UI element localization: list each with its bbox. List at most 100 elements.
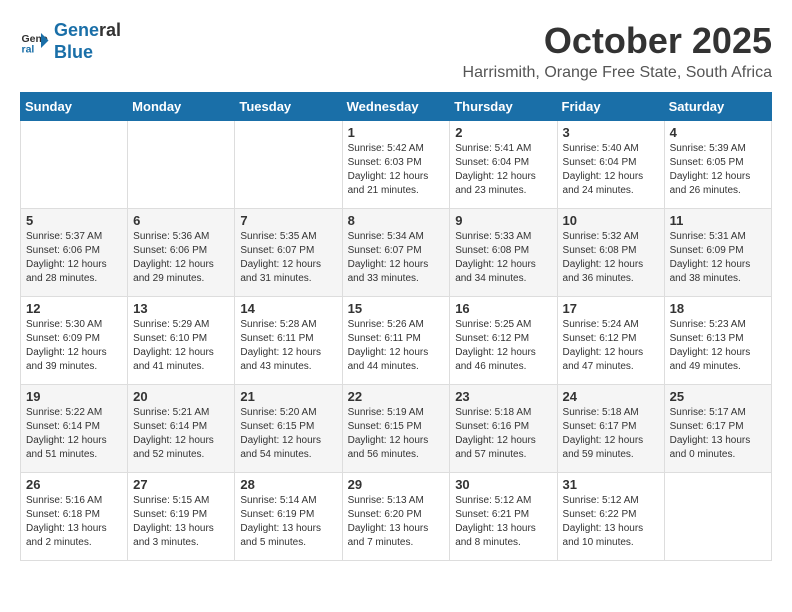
day-number: 3 bbox=[563, 125, 659, 140]
day-info: Sunrise: 5:41 AM Sunset: 6:04 PM Dayligh… bbox=[455, 142, 551, 198]
day-number: 12 bbox=[26, 301, 122, 316]
day-number: 28 bbox=[240, 477, 336, 492]
calendar-cell: 13 Sunrise: 5:29 AM Sunset: 6:10 PM Dayli… bbox=[128, 297, 235, 385]
day-info: Sunrise: 5:13 AM Sunset: 6:20 PM Dayligh… bbox=[348, 494, 445, 550]
calendar-week-4: 19 Sunrise: 5:22 AM Sunset: 6:14 PM Dayli… bbox=[21, 385, 772, 473]
day-number: 26 bbox=[26, 477, 122, 492]
weekday-header-wednesday: Wednesday bbox=[342, 93, 450, 121]
day-info: Sunrise: 5:37 AM Sunset: 6:06 PM Dayligh… bbox=[26, 230, 122, 286]
day-number: 31 bbox=[563, 477, 659, 492]
logo-blue: Blue bbox=[54, 42, 93, 62]
day-info: Sunrise: 5:28 AM Sunset: 6:11 PM Dayligh… bbox=[240, 318, 336, 374]
day-info: Sunrise: 5:16 AM Sunset: 6:18 PM Dayligh… bbox=[26, 494, 122, 550]
calendar-header-row: SundayMondayTuesdayWednesdayThursdayFrid… bbox=[21, 93, 772, 121]
weekday-header-saturday: Saturday bbox=[664, 93, 771, 121]
calendar-cell: 7Sunrise: 5:35 AM Sunset: 6:07 PM Daylig… bbox=[235, 209, 342, 297]
day-number: 7 bbox=[240, 213, 336, 228]
calendar-week-5: 26 Sunrise: 5:16 AM Sunset: 6:18 PM Dayli… bbox=[21, 473, 772, 561]
day-number: 25 bbox=[670, 389, 766, 404]
day-info: Sunrise: 5:12 AM Sunset: 6:21 PM Dayligh… bbox=[455, 494, 551, 550]
calendar-week-1: 1 Sunrise: 5:42 AM Sunset: 6:03 PM Daylig… bbox=[21, 121, 772, 209]
calendar-cell: 28 Sunrise: 5:14 AM Sunset: 6:19 PM Dayli… bbox=[235, 473, 342, 561]
day-number: 1 bbox=[348, 125, 445, 140]
calendar-cell: 10 Sunrise: 5:32 AM Sunset: 6:08 PM Dayli… bbox=[557, 209, 664, 297]
day-number: 10 bbox=[563, 213, 659, 228]
day-info: Sunrise: 5:32 AM Sunset: 6:08 PM Dayligh… bbox=[563, 230, 659, 286]
day-info: Sunrise: 5:39 AM Sunset: 6:05 PM Dayligh… bbox=[670, 142, 766, 198]
calendar-table: SundayMondayTuesdayWednesdayThursdayFrid… bbox=[20, 92, 772, 561]
day-info: Sunrise: 5:19 AM Sunset: 6:15 PM Dayligh… bbox=[348, 406, 445, 462]
calendar-cell: 9 Sunrise: 5:33 AM Sunset: 6:08 PM Daylig… bbox=[450, 209, 557, 297]
calendar-cell: 1 Sunrise: 5:42 AM Sunset: 6:03 PM Daylig… bbox=[342, 121, 450, 209]
day-number: 24 bbox=[563, 389, 659, 404]
calendar-cell: 25 Sunrise: 5:17 AM Sunset: 6:17 PM Dayli… bbox=[664, 385, 771, 473]
day-number: 14 bbox=[240, 301, 336, 316]
weekday-header-monday: Monday bbox=[128, 93, 235, 121]
day-info: Sunrise: 5:29 AM Sunset: 6:10 PM Dayligh… bbox=[133, 318, 229, 374]
logo-text: GeneralBlue bbox=[54, 20, 121, 63]
calendar-cell: 16 Sunrise: 5:25 AM Sunset: 6:12 PM Dayli… bbox=[450, 297, 557, 385]
calendar-cell: 8 Sunrise: 5:34 AM Sunset: 6:07 PM Daylig… bbox=[342, 209, 450, 297]
day-number: 20 bbox=[133, 389, 229, 404]
logo: Gene ral GeneralBlue bbox=[20, 20, 121, 63]
day-number: 9 bbox=[455, 213, 551, 228]
day-info: Sunrise: 5:14 AM Sunset: 6:19 PM Dayligh… bbox=[240, 494, 336, 550]
day-number: 21 bbox=[240, 389, 336, 404]
day-info: Sunrise: 5:34 AM Sunset: 6:07 PM Dayligh… bbox=[348, 230, 445, 286]
day-info: Sunrise: 5:22 AM Sunset: 6:14 PM Dayligh… bbox=[26, 406, 122, 462]
day-info: Sunrise: 5:24 AM Sunset: 6:12 PM Dayligh… bbox=[563, 318, 659, 374]
calendar-cell: 24 Sunrise: 5:18 AM Sunset: 6:17 PM Dayli… bbox=[557, 385, 664, 473]
day-info: Sunrise: 5:31 AM Sunset: 6:09 PM Dayligh… bbox=[670, 230, 766, 286]
day-number: 2 bbox=[455, 125, 551, 140]
calendar-cell: 19 Sunrise: 5:22 AM Sunset: 6:14 PM Dayli… bbox=[21, 385, 128, 473]
calendar-cell: 21 Sunrise: 5:20 AM Sunset: 6:15 PM Dayli… bbox=[235, 385, 342, 473]
day-number: 22 bbox=[348, 389, 445, 404]
day-info: Sunrise: 5:23 AM Sunset: 6:13 PM Dayligh… bbox=[670, 318, 766, 374]
day-info: Sunrise: 5:15 AM Sunset: 6:19 PM Dayligh… bbox=[133, 494, 229, 550]
day-info: Sunrise: 5:20 AM Sunset: 6:15 PM Dayligh… bbox=[240, 406, 336, 462]
day-number: 15 bbox=[348, 301, 445, 316]
day-info: Sunrise: 5:18 AM Sunset: 6:16 PM Dayligh… bbox=[455, 406, 551, 462]
calendar-cell: 30 Sunrise: 5:12 AM Sunset: 6:21 PM Dayli… bbox=[450, 473, 557, 561]
calendar-cell: 31Sunrise: 5:12 AM Sunset: 6:22 PM Dayli… bbox=[557, 473, 664, 561]
calendar-cell bbox=[664, 473, 771, 561]
day-number: 19 bbox=[26, 389, 122, 404]
calendar-cell: 18 Sunrise: 5:23 AM Sunset: 6:13 PM Dayli… bbox=[664, 297, 771, 385]
page-header: Gene ral GeneralBlue October 2025 Harris… bbox=[20, 20, 772, 82]
weekday-header-sunday: Sunday bbox=[21, 93, 128, 121]
calendar-cell: 2 Sunrise: 5:41 AM Sunset: 6:04 PM Daylig… bbox=[450, 121, 557, 209]
calendar-cell bbox=[235, 121, 342, 209]
day-info: Sunrise: 5:40 AM Sunset: 6:04 PM Dayligh… bbox=[563, 142, 659, 198]
day-number: 13 bbox=[133, 301, 229, 316]
day-info: Sunrise: 5:33 AM Sunset: 6:08 PM Dayligh… bbox=[455, 230, 551, 286]
weekday-header-friday: Friday bbox=[557, 93, 664, 121]
day-info: Sunrise: 5:36 AM Sunset: 6:06 PM Dayligh… bbox=[133, 230, 229, 286]
day-number: 11 bbox=[670, 213, 766, 228]
weekday-header-tuesday: Tuesday bbox=[235, 93, 342, 121]
calendar-cell: 26 Sunrise: 5:16 AM Sunset: 6:18 PM Dayli… bbox=[21, 473, 128, 561]
day-number: 18 bbox=[670, 301, 766, 316]
day-info: Sunrise: 5:18 AM Sunset: 6:17 PM Dayligh… bbox=[563, 406, 659, 462]
day-number: 5 bbox=[26, 213, 122, 228]
day-number: 8 bbox=[348, 213, 445, 228]
logo-icon: Gene ral bbox=[20, 27, 50, 57]
day-number: 4 bbox=[670, 125, 766, 140]
day-info: Sunrise: 5:30 AM Sunset: 6:09 PM Dayligh… bbox=[26, 318, 122, 374]
day-number: 6 bbox=[133, 213, 229, 228]
day-info: Sunrise: 5:26 AM Sunset: 6:11 PM Dayligh… bbox=[348, 318, 445, 374]
weekday-header-thursday: Thursday bbox=[450, 93, 557, 121]
calendar-cell: 11 Sunrise: 5:31 AM Sunset: 6:09 PM Dayli… bbox=[664, 209, 771, 297]
calendar-cell: 20Sunrise: 5:21 AM Sunset: 6:14 PM Dayli… bbox=[128, 385, 235, 473]
day-number: 23 bbox=[455, 389, 551, 404]
calendar-cell: 17Sunrise: 5:24 AM Sunset: 6:12 PM Dayli… bbox=[557, 297, 664, 385]
day-number: 30 bbox=[455, 477, 551, 492]
day-number: 16 bbox=[455, 301, 551, 316]
subtitle: Harrismith, Orange Free State, South Afr… bbox=[463, 64, 772, 82]
day-info: Sunrise: 5:17 AM Sunset: 6:17 PM Dayligh… bbox=[670, 406, 766, 462]
day-info: Sunrise: 5:25 AM Sunset: 6:12 PM Dayligh… bbox=[455, 318, 551, 374]
calendar-cell: 14 Sunrise: 5:28 AM Sunset: 6:11 PM Dayli… bbox=[235, 297, 342, 385]
title-section: October 2025 Harrismith, Orange Free Sta… bbox=[463, 20, 772, 82]
day-number: 29 bbox=[348, 477, 445, 492]
calendar-cell: 6 Sunrise: 5:36 AM Sunset: 6:06 PM Daylig… bbox=[128, 209, 235, 297]
day-info: Sunrise: 5:42 AM Sunset: 6:03 PM Dayligh… bbox=[348, 142, 445, 198]
